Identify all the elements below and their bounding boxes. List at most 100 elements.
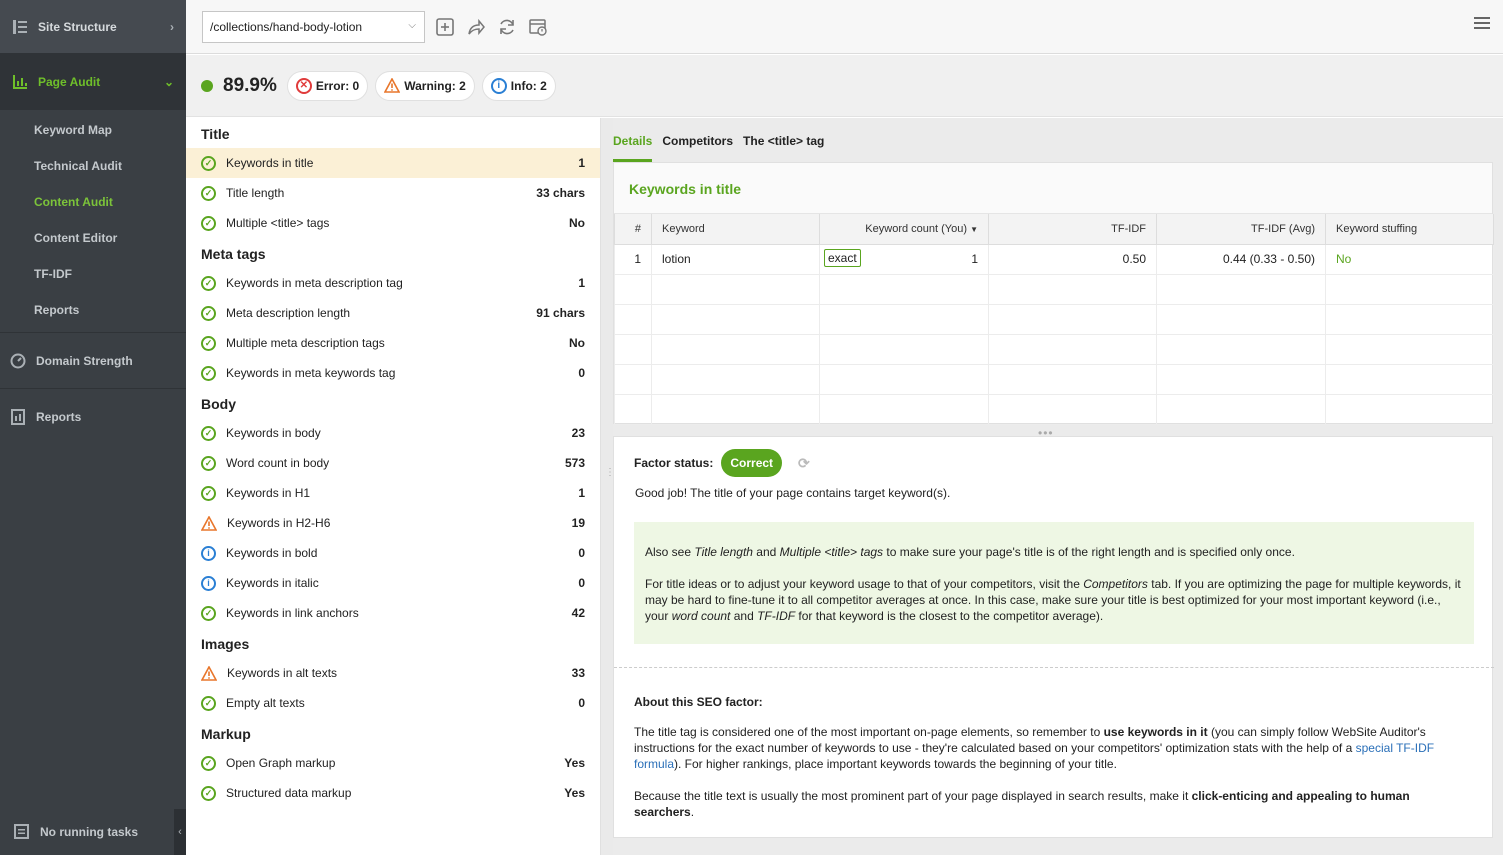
about-paragraph: Because the title text is usually the mo… — [634, 788, 1464, 820]
tip-emphasis: Competitors — [1083, 577, 1148, 591]
factor-label: Keywords in meta keywords tag — [226, 366, 396, 380]
sidebar-item-reports-sub[interactable]: Reports — [0, 292, 186, 328]
info-icon: i — [201, 575, 216, 591]
factor-label: Keywords in H2-H6 — [227, 516, 331, 530]
cell-tfidf: 0.50 — [988, 243, 1157, 275]
panel-splitter[interactable]: ⋮ — [601, 118, 615, 855]
hamburger-menu-icon[interactable] — [1474, 17, 1490, 31]
factor-row[interactable]: Keywords in H2-H6 19 — [186, 508, 600, 538]
gauge-icon — [10, 353, 26, 369]
sidebar-item-reports[interactable]: Reports — [0, 388, 186, 444]
add-page-icon[interactable] — [434, 16, 456, 38]
about-text: ). For higher rankings, place important … — [674, 757, 1117, 771]
factor-value: Yes — [564, 786, 585, 800]
warning-icon — [200, 664, 218, 681]
table-row-empty — [614, 273, 1494, 305]
factor-value: Yes — [564, 756, 585, 770]
error-filter-badge[interactable]: ✕ Error: 0 — [286, 70, 369, 101]
sidebar-item-content-audit[interactable]: Content Audit — [0, 184, 186, 220]
factor-value: 1 — [578, 486, 585, 500]
factor-label: Keywords in alt texts — [227, 666, 338, 680]
factor-label: Keywords in meta description tag — [226, 276, 403, 290]
tip-text: for that keyword is the closest to the c… — [795, 609, 1104, 623]
col-keyword-stuffing[interactable]: Keyword stuffing — [1325, 214, 1494, 245]
info-icon: i — [201, 545, 216, 561]
factor-label: Word count in body — [226, 456, 330, 470]
table-row[interactable]: 1 lotion exact 1 0.50 0.44 (0.33 - 0.50)… — [614, 243, 1494, 275]
col-keyword[interactable]: Keyword — [651, 214, 820, 245]
collapse-sidebar-button[interactable]: ‹ — [174, 809, 186, 855]
factor-row[interactable]: Keywords in alt texts 33 — [186, 658, 600, 688]
factor-row[interactable]: ✓ Multiple meta description tags No — [186, 328, 600, 358]
tip-emphasis: Multiple <title> tags — [779, 545, 884, 559]
factor-row[interactable]: ✓ Keywords in title 1 — [186, 148, 600, 178]
page-audit-icon — [12, 74, 28, 90]
factor-row[interactable]: ✓ Empty alt texts 0 — [186, 688, 600, 718]
table-row-empty — [614, 333, 1494, 365]
check-icon: ✓ — [201, 785, 216, 801]
col-keyword-count-label: Keyword count (You) — [865, 222, 968, 235]
tip-text: For title ideas or to adjust your keywor… — [645, 577, 1084, 591]
report-icon — [10, 408, 26, 425]
factor-row[interactable]: i Keywords in bold 0 — [186, 538, 600, 568]
tip-text: to make sure your page's title is of the… — [883, 545, 1295, 559]
sidebar-item-domain-strength[interactable]: Domain Strength — [0, 332, 186, 388]
factor-row[interactable]: ✓ Keywords in meta description tag 1 — [186, 268, 600, 298]
col-tfidf-avg[interactable]: TF-IDF (Avg) — [1156, 214, 1326, 245]
col-tfidf[interactable]: TF-IDF — [988, 214, 1157, 245]
running-tasks[interactable]: No running tasks — [0, 809, 186, 855]
about-strong: use keywords in it — [1103, 725, 1208, 739]
tip-paragraph: For title ideas or to adjust your keywor… — [645, 576, 1462, 624]
factor-row[interactable]: ✓ Keywords in link anchors 42 — [186, 598, 600, 628]
info-filter-badge[interactable]: i Info: 2 — [481, 70, 556, 101]
factor-label: Keywords in italic — [226, 576, 319, 590]
factor-row[interactable]: ✓ Open Graph markup Yes — [186, 748, 600, 778]
cell-keyword: lotion — [651, 243, 820, 275]
factor-label: Open Graph markup — [226, 756, 336, 770]
factor-row[interactable]: ✓ Meta description length 91 chars — [186, 298, 600, 328]
url-select[interactable]: /collections/hand-body-lotion ⌵ — [202, 10, 425, 43]
factor-row[interactable]: ✓ Structured data markup Yes — [186, 778, 600, 808]
factor-value: 23 — [571, 426, 585, 440]
details-panel: Details Competitors The <title> tag Keyw… — [613, 118, 1503, 855]
schedule-icon[interactable] — [527, 16, 549, 38]
factor-row[interactable]: ✓ Multiple <title> tags No — [186, 208, 600, 238]
factor-row[interactable]: ✓ Word count in body 573 — [186, 448, 600, 478]
tab-title-tag[interactable]: The <title> tag — [743, 134, 824, 162]
about-text: Because the title text is usually the mo… — [634, 789, 1192, 803]
factor-value: 573 — [564, 456, 585, 470]
cell-keyword-count: exact 1 — [819, 243, 989, 275]
factor-row[interactable]: i Keywords in italic 0 — [186, 568, 600, 598]
refresh-icon[interactable] — [496, 16, 518, 38]
sidebar-item-content-editor[interactable]: Content Editor — [0, 220, 186, 256]
section-title: Title — [201, 126, 230, 142]
sort-desc-icon: ▼ — [970, 224, 978, 234]
sidebar-item-tf-idf[interactable]: TF-IDF — [0, 256, 186, 292]
col-keyword-count[interactable]: Keyword count (You) ▼ — [819, 214, 989, 245]
factor-row[interactable]: ✓ Keywords in H1 1 — [186, 478, 600, 508]
error-count: Error: 0 — [315, 78, 360, 93]
factor-detail: Factor status: Correct ⟳ Good job! The t… — [613, 436, 1494, 838]
factor-label: Keywords in body — [226, 426, 321, 440]
match-type-badge[interactable]: exact — [824, 248, 861, 267]
sidebar-item-site-structure[interactable]: Site Structure › — [0, 0, 186, 54]
cell-keyword-stuffing: No — [1325, 243, 1494, 275]
sidebar-item-label: Page Audit — [38, 75, 101, 89]
score-status-dot — [201, 79, 213, 92]
share-icon[interactable] — [465, 16, 487, 38]
factor-row[interactable]: ✓ Keywords in meta keywords tag 0 — [186, 358, 600, 388]
factor-row[interactable]: ✓ Keywords in body 23 — [186, 418, 600, 448]
sidebar-item-page-audit[interactable]: Page Audit ⌄ — [0, 54, 186, 110]
recheck-icon[interactable]: ⟳ — [798, 455, 810, 472]
sidebar-item-technical-audit[interactable]: Technical Audit — [0, 148, 186, 184]
warning-filter-badge[interactable]: Warning: 2 — [375, 70, 475, 101]
factor-row[interactable]: ✓ Title length 33 chars — [186, 178, 600, 208]
check-icon: ✓ — [201, 605, 216, 621]
sidebar-item-keyword-map[interactable]: Keyword Map — [0, 112, 186, 148]
col-number[interactable]: # — [614, 214, 652, 245]
tab-details[interactable]: Details — [613, 134, 653, 162]
cell-number: 1 — [614, 243, 652, 275]
check-icon: ✓ — [201, 365, 216, 381]
score-bar: 89.9% ✕ Error: 0 Warning: 2 i Info: 2 — [186, 55, 1503, 117]
tab-competitors[interactable]: Competitors — [662, 134, 733, 162]
